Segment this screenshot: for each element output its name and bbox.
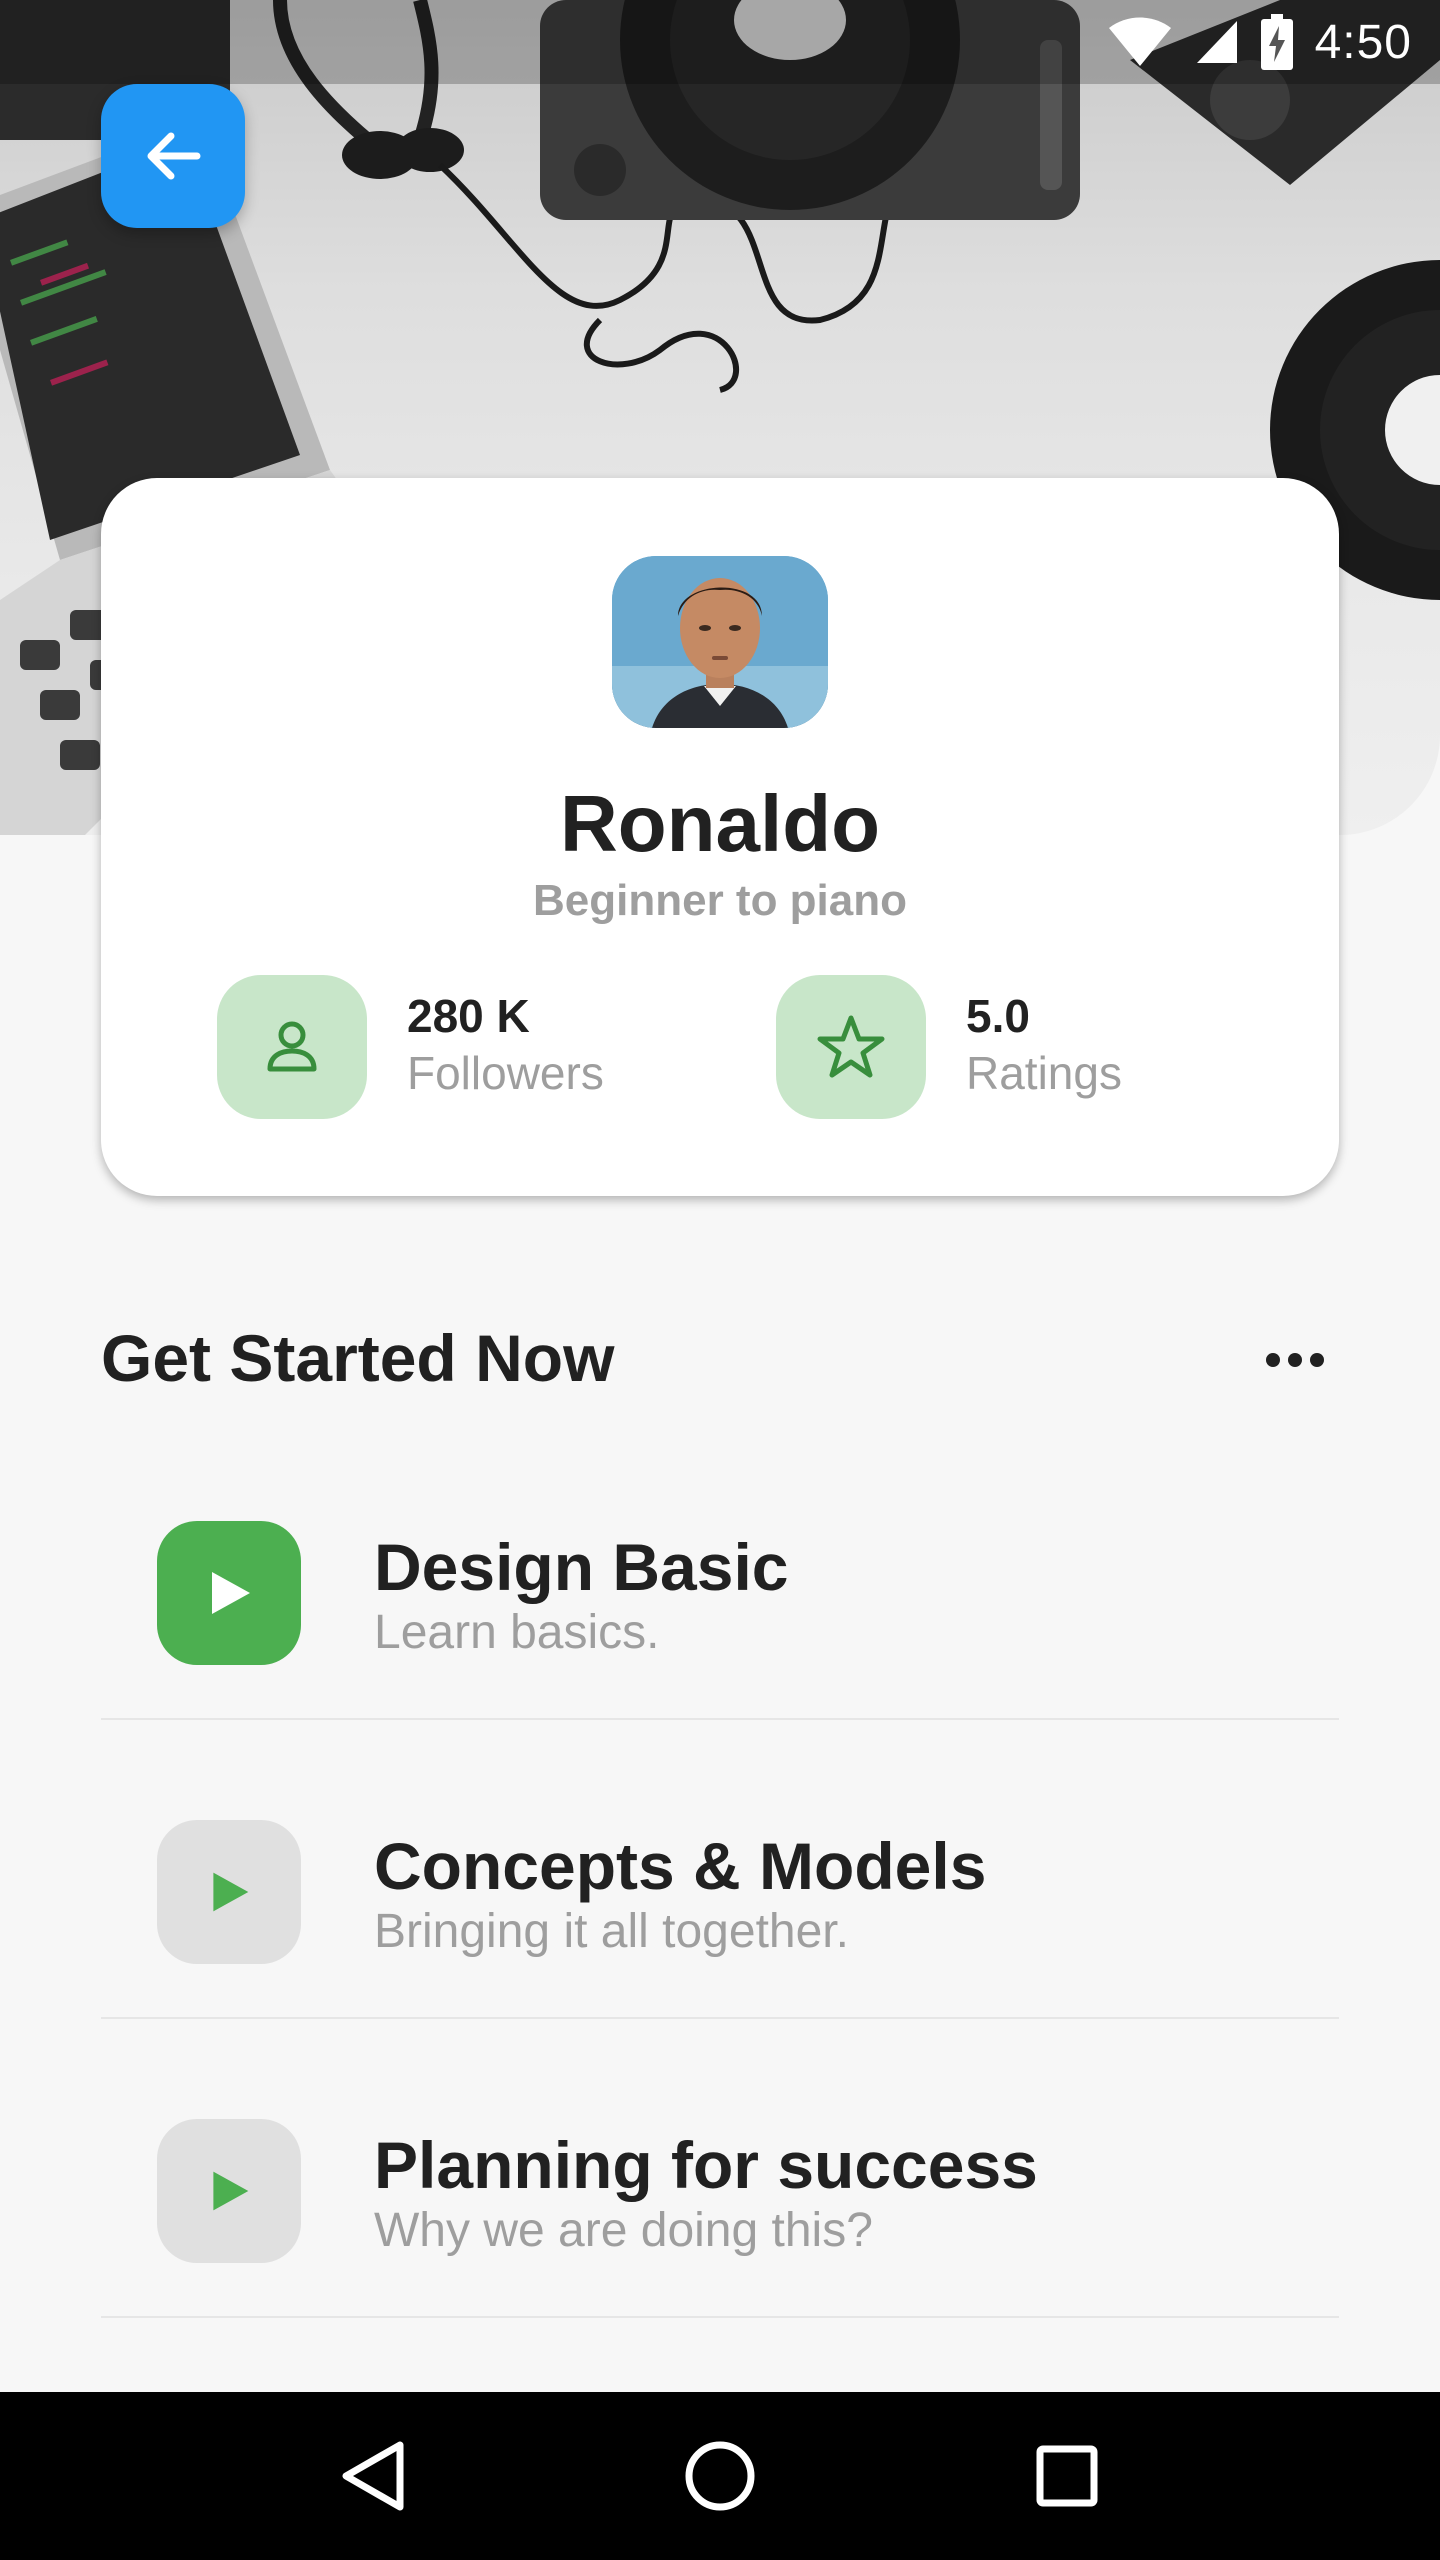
status-time: 4:50	[1314, 15, 1412, 69]
lesson-subtitle: Why we are doing this?	[374, 2204, 873, 2257]
lesson-item-concepts-models[interactable]: Concepts & Models Bringing it all togeth…	[101, 1720, 1339, 2019]
followers-stat[interactable]: 280 K Followers	[217, 975, 604, 1119]
circle-home-icon	[685, 2441, 755, 2511]
battery-charging-icon	[1260, 14, 1293, 70]
system-navigation-bar	[0, 2392, 1440, 2560]
star-icon	[776, 975, 926, 1119]
followers-count: 280 K	[407, 990, 530, 1042]
nav-recents-button[interactable]	[1007, 2416, 1127, 2536]
lesson-title: Design Basic	[374, 1530, 789, 1604]
profile-card: Ronaldo Beginner to piano 280 K Follower…	[101, 478, 1339, 1196]
ratings-value: 5.0	[966, 990, 1030, 1042]
triangle-back-icon	[342, 2441, 404, 2511]
lesson-item-planning-success[interactable]: Planning for success Why we are doing th…	[101, 2019, 1339, 2318]
play-icon	[212, 1572, 250, 1614]
play-icon	[213, 2171, 249, 2211]
lesson-item-design-basic[interactable]: Design Basic Learn basics.	[101, 1421, 1339, 1720]
lesson-title: Concepts & Models	[374, 1829, 987, 1903]
followers-label: Followers	[407, 1047, 604, 1099]
lesson-title: Planning for success	[374, 2128, 1038, 2202]
nav-back-button[interactable]	[313, 2416, 433, 2536]
back-button[interactable]	[101, 84, 245, 228]
cellular-signal-icon	[1195, 19, 1239, 65]
lesson-subtitle: Bringing it all together.	[374, 1905, 849, 1958]
play-button[interactable]	[157, 1820, 301, 1964]
play-button[interactable]	[157, 1521, 301, 1665]
profile-subtitle: Beginner to piano	[533, 876, 907, 925]
ratings-label: Ratings	[966, 1047, 1122, 1099]
more-horizontal-icon	[1266, 1353, 1280, 1367]
arrow-back-icon	[147, 132, 201, 180]
play-icon	[213, 1872, 249, 1912]
wifi-icon	[1107, 16, 1173, 68]
avatar[interactable]	[612, 556, 828, 728]
more-options-button[interactable]	[1250, 1330, 1340, 1390]
status-bar: 4:50	[0, 0, 1440, 84]
nav-home-button[interactable]	[660, 2416, 780, 2536]
section-title: Get Started Now	[101, 1321, 615, 1395]
ratings-stat[interactable]: 5.0 Ratings	[776, 975, 1122, 1119]
lesson-subtitle: Learn basics.	[374, 1606, 660, 1659]
profile-name: Ronaldo	[560, 779, 880, 868]
play-button[interactable]	[157, 2119, 301, 2263]
person-icon	[217, 975, 367, 1119]
square-recents-icon	[1036, 2445, 1098, 2507]
